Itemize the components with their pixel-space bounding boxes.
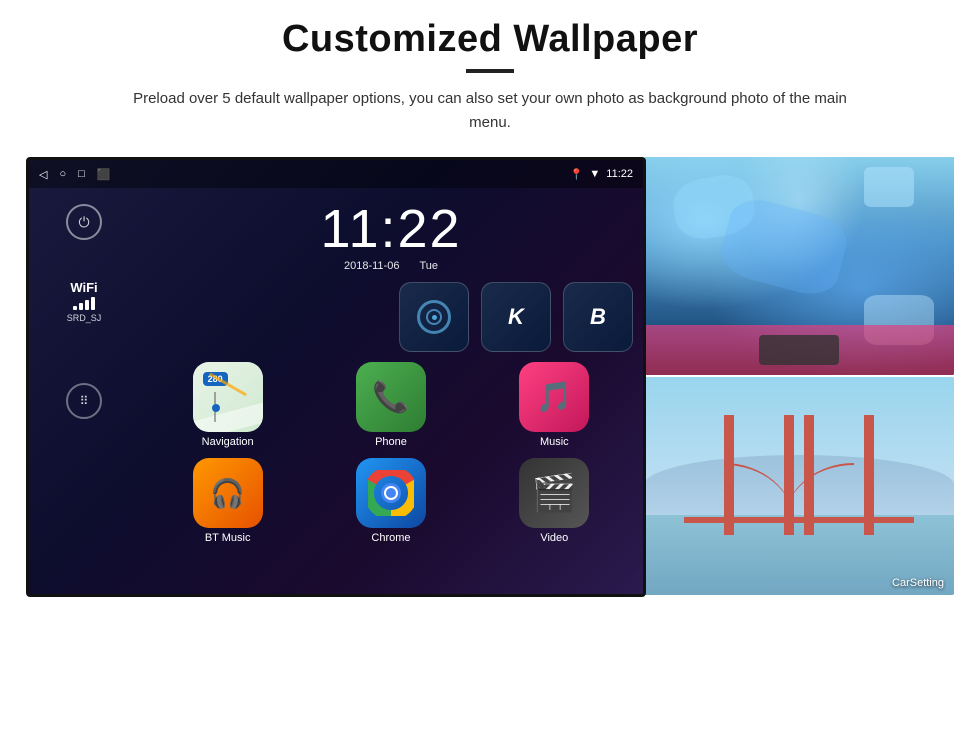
letter-b: B [590,304,606,330]
power-button[interactable]: ⏻ [66,204,102,240]
music-label: Music [540,436,569,448]
chrome-svg [368,470,414,516]
phone-icon[interactable]: 📞 [356,362,426,432]
bt-music-icon[interactable]: 🎧 [193,458,263,528]
home-icon[interactable]: ○ [59,168,66,180]
list-item[interactable]: 🎵 Music [478,362,631,448]
list-item[interactable]: Chrome [314,458,467,544]
status-bar: ◁ ○ □ ⬛ 📍 ▼ 11:22 [29,160,643,188]
page-title: Customized Wallpaper [282,18,698,61]
navigation-label: Navigation [202,436,254,448]
apps-button[interactable]: ⠿ [66,383,102,419]
bt-music-label: BT Music [205,532,251,544]
location-icon: 📍 [570,168,584,181]
nav-icons: ◁ ○ □ ⬛ [39,168,110,181]
wifi-bars [67,298,102,310]
carsetting-label: CarSetting [892,577,944,589]
status-right: 📍 ▼ 11:22 [570,168,633,181]
wifi-signal-icon: ▼ [589,168,600,180]
wifi-bar-3 [85,300,89,310]
music-symbol: 🎵 [536,380,573,415]
phone-symbol: 📞 [372,380,409,415]
list-item[interactable]: 📞 Phone [314,362,467,448]
letter-k: K [508,304,524,330]
app-grid: 280 Navigation [139,352,643,554]
screenshot-icon[interactable]: ⬛ [97,168,111,181]
widget-area: K B [139,282,643,352]
chrome-label: Chrome [371,532,410,544]
video-symbol: 🎬 [532,472,577,514]
bridge-scene [644,377,954,595]
wifi-bar-1 [73,306,77,310]
status-time: 11:22 [606,168,633,180]
ice-wallpaper [644,157,954,375]
back-icon[interactable]: ◁ [39,168,47,181]
clock-section: 11:22 2018-11-06 Tue [139,188,643,282]
video-label: Video [540,532,568,544]
wifi-bar-4 [91,297,95,310]
bt-symbol: 🎧 [210,477,245,510]
clock-date: 2018-11-06 Tue [149,260,633,272]
center-area: 11:22 2018-11-06 Tue [139,188,643,594]
list-item[interactable]: 🎬 Video [478,458,631,544]
device-area: ◁ ○ □ ⬛ 📍 ▼ 11:22 ⏻ WiFi [26,157,954,597]
wifi-block: WiFi SRD_SJ [67,280,102,323]
recents-icon[interactable]: □ [78,168,85,180]
clock-time: 11:22 [149,202,633,256]
letter-widget[interactable]: K [481,282,551,352]
bridge-wallpaper: CarSetting [644,377,954,595]
main-content: ⏻ WiFi SRD_SJ ⠿ [29,188,643,594]
list-item[interactable]: 🎧 BT Music [151,458,304,544]
phone-label: Phone [375,436,407,448]
clock-date-value: 2018-11-06 [344,260,399,272]
wifi-label: WiFi [67,280,102,295]
navigation-icon[interactable]: 280 [193,362,263,432]
chrome-icon[interactable] [356,458,426,528]
title-divider [466,69,514,73]
letter-b-widget[interactable]: B [563,282,633,352]
wifi-widget[interactable] [399,282,469,352]
left-sidebar: ⏻ WiFi SRD_SJ ⠿ [29,188,139,594]
clock-day-value: Tue [419,260,438,272]
wallpaper-previews: CarSetting [644,157,954,595]
list-item[interactable]: 280 Navigation [151,362,304,448]
wifi-ssid: SRD_SJ [67,313,102,323]
page-description: Preload over 5 default wallpaper options… [120,87,860,135]
music-icon[interactable]: 🎵 [519,362,589,432]
wifi-bar-2 [79,303,83,310]
video-icon[interactable]: 🎬 [519,458,589,528]
android-screen: ◁ ○ □ ⬛ 📍 ▼ 11:22 ⏻ WiFi [26,157,646,597]
